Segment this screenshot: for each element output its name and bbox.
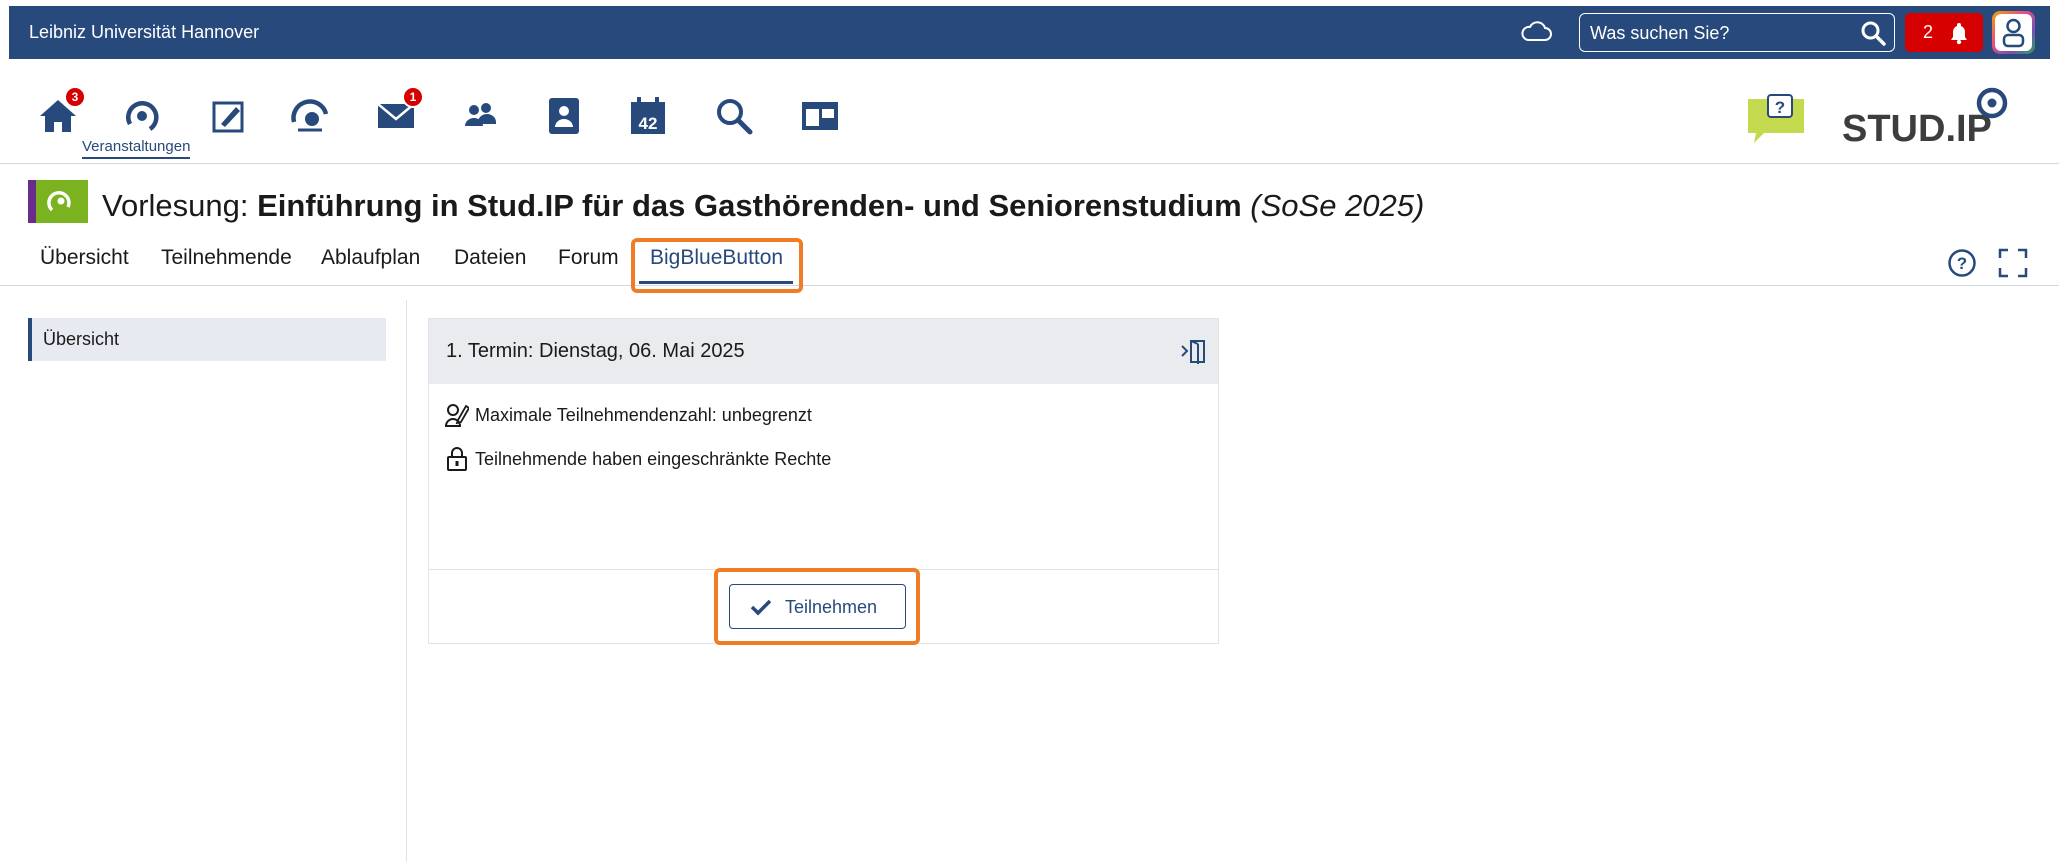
user-avatar[interactable] (1992, 11, 2035, 54)
meeting-title: 1. Termin: Dienstag, 06. Mai 2025 (446, 340, 745, 362)
tab-files[interactable]: Dateien (454, 246, 526, 270)
course-tabs: Übersicht Teilnehmende Ablaufplan Dateie… (0, 240, 2059, 286)
tab-forum[interactable]: Forum (558, 246, 619, 270)
help-logo-icon[interactable]: ? (1746, 93, 1808, 145)
participants-edit-icon (445, 404, 469, 427)
community-icon[interactable] (288, 94, 332, 138)
help-icon[interactable]: ? (1947, 248, 1977, 278)
notifications-button[interactable]: 2 (1905, 13, 1983, 52)
main-navigation: 3 Veranstaltungen 1 42 ? STUD.IP (0, 59, 2059, 164)
course-icon (28, 180, 88, 223)
fullscreen-icon[interactable] (1997, 247, 2029, 279)
enter-icon[interactable] (1178, 336, 1208, 366)
avatar-icon (1995, 14, 2032, 51)
sidebar-divider (406, 300, 407, 862)
course-name: Einführung in Stud.IP für das Gasthörend… (257, 188, 1242, 223)
tab-schedule[interactable]: Ablaufplan (321, 246, 420, 270)
calendar-icon[interactable]: 42 (626, 94, 670, 138)
svg-text:?: ? (1957, 254, 1967, 273)
check-icon (750, 599, 772, 616)
tab-highlight (631, 238, 803, 293)
bell-icon (1947, 21, 1971, 45)
notification-count: 2 (1923, 22, 1934, 42)
sidebar-item-overview[interactable]: Übersicht (28, 318, 386, 361)
home-badge: 3 (64, 86, 86, 108)
max-participants-text: Maximale Teilnehmendenzahl: unbegrenzt (475, 405, 812, 425)
tools-icon[interactable] (798, 94, 842, 138)
university-name[interactable]: Leibniz Universität Hannover (29, 22, 259, 43)
courses-icon[interactable] (120, 94, 164, 138)
course-semester: (SoSe 2025) (1250, 188, 1425, 223)
svg-text:?: ? (1775, 98, 1785, 117)
tab-participants[interactable]: Teilnehmende (161, 246, 292, 270)
search-input[interactable]: Was suchen Sie? (1579, 13, 1895, 52)
messages-icon[interactable]: 1 (374, 86, 424, 138)
meeting-card-header: 1. Termin: Dienstag, 06. Mai 2025 (429, 319, 1218, 384)
profile-icon[interactable] (542, 94, 586, 138)
calendar-day: 42 (639, 114, 658, 133)
tab-overview[interactable]: Übersicht (40, 246, 129, 270)
cloud-icon[interactable] (1519, 18, 1553, 46)
course-type: Vorlesung: (102, 188, 258, 223)
lock-icon (447, 447, 467, 471)
top-bar: Leibniz Universität Hannover Was suchen … (9, 6, 2050, 59)
workplace-icon[interactable] (206, 94, 250, 138)
search-nav-icon[interactable] (712, 94, 756, 138)
sidebar-item-label: Übersicht (43, 329, 120, 349)
home-icon[interactable]: 3 (36, 86, 86, 138)
join-button-label: Teilnehmen (785, 597, 878, 617)
rights-text: Teilnehmende haben eingeschränkte Rechte (475, 449, 832, 469)
messages-badge: 1 (402, 86, 424, 108)
search-placeholder: Was suchen Sie? (1590, 23, 1730, 43)
join-button[interactable]: Teilnehmen (729, 584, 906, 629)
search-icon[interactable] (1860, 20, 1886, 46)
studip-logo[interactable]: STUD.IP (1842, 83, 2010, 150)
page-title: Vorlesung: Einführung in Stud.IP für das… (102, 188, 1424, 224)
logo-text: STUD.IP (1842, 108, 1992, 149)
nav-label-courses[interactable]: Veranstaltungen (82, 138, 191, 159)
community-people-icon[interactable] (458, 94, 502, 138)
